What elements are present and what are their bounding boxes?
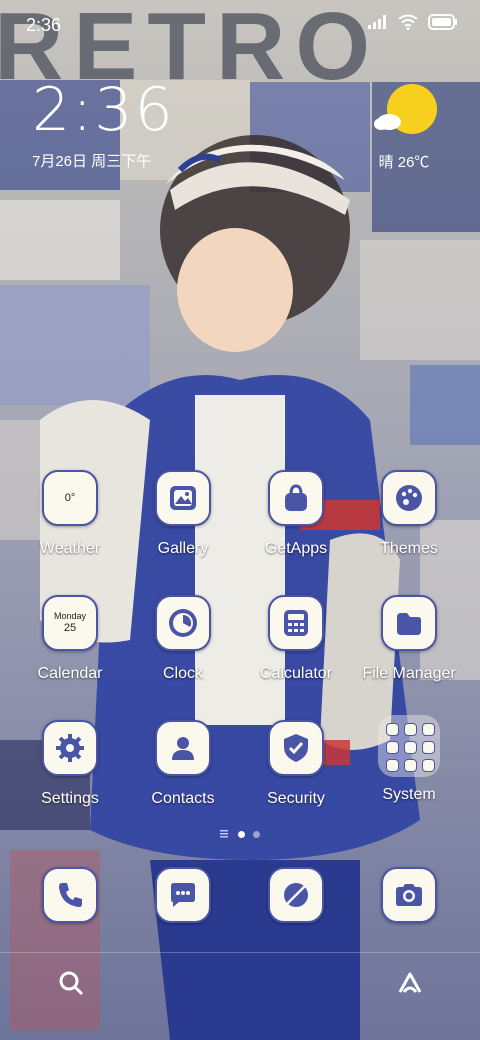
mini-app-icon	[386, 741, 399, 754]
mini-app-icon	[386, 723, 399, 736]
app-settings[interactable]: Settings	[15, 720, 125, 808]
app-vault-button[interactable]	[396, 970, 424, 1001]
mini-app-icon	[422, 741, 435, 754]
mini-app-icon	[422, 759, 435, 772]
app-vault-icon	[398, 972, 422, 993]
app-label: Contacts	[151, 790, 215, 807]
battery-icon	[428, 14, 457, 30]
app-label: Clock	[162, 665, 203, 682]
mini-app-icon	[422, 723, 435, 736]
gallery-icon	[155, 470, 211, 526]
app-calculator[interactable]: Calculator	[241, 595, 351, 683]
folder-icon	[381, 595, 437, 651]
palette-icon	[381, 470, 437, 526]
app-label: Calendar	[37, 665, 103, 682]
dock-messages[interactable]	[128, 867, 238, 923]
weather-widget[interactable]: 晴 26℃	[364, 84, 444, 172]
status-bar: 2:36	[0, 0, 480, 52]
app-label: Calculator	[259, 665, 333, 682]
page-indicator-menu	[220, 830, 228, 838]
phone-icon	[42, 867, 98, 923]
app-label: Themes	[380, 540, 438, 557]
app-label: Settings	[41, 790, 99, 807]
contacts-icon	[155, 720, 211, 776]
app-security[interactable]: Security	[241, 720, 351, 808]
message-icon	[155, 867, 211, 923]
app-clock[interactable]: Clock	[128, 595, 238, 683]
app-weather[interactable]: 0° Weather	[15, 470, 125, 558]
calendar-icon: Monday 25	[42, 595, 98, 651]
dock-phone[interactable]	[15, 867, 125, 923]
dock-camera[interactable]	[354, 867, 464, 923]
dock-divider	[0, 952, 480, 953]
status-time: 2:36	[26, 15, 62, 35]
clock-icon	[155, 595, 211, 651]
signal-icon	[368, 15, 386, 29]
app-label: File Manager	[362, 665, 456, 682]
app-themes[interactable]: Themes	[354, 470, 464, 558]
app-label: Weather	[39, 540, 101, 557]
calendar-icon-day: Monday	[53, 611, 87, 621]
page-dot	[253, 830, 260, 838]
shield-icon	[268, 720, 324, 776]
app-file-manager[interactable]: File Manager	[354, 595, 464, 683]
page-indicator[interactable]	[0, 830, 480, 838]
mini-app-icon	[404, 723, 417, 736]
app-label: GetApps	[264, 540, 328, 557]
mini-app-icon	[386, 759, 399, 772]
weather-icon-temp: 0°	[64, 492, 76, 504]
app-system-folder[interactable]: System	[354, 715, 464, 804]
mini-app-icon	[404, 741, 417, 754]
app-calendar[interactable]: Monday 25 Calendar	[15, 595, 125, 683]
weather-icon: 0°	[42, 470, 98, 526]
app-label: Security	[267, 790, 325, 807]
search-button[interactable]	[58, 970, 84, 1001]
calculator-icon	[268, 595, 324, 651]
gear-icon	[42, 720, 98, 776]
app-getapps[interactable]: GetApps	[241, 470, 351, 558]
clock-widget[interactable]: 2:36 7月26日 周三下午	[32, 78, 175, 171]
clock-widget-date: 7月26日 周三下午	[32, 153, 152, 170]
mini-app-icon	[404, 759, 417, 772]
page-dot-active	[238, 830, 245, 838]
folder-grid-icon	[378, 715, 440, 777]
sun-cloud-icon	[374, 84, 437, 134]
clock-widget-time: 2:36	[32, 75, 175, 145]
camera-icon	[381, 867, 437, 923]
app-label: System	[382, 786, 436, 803]
app-contacts[interactable]: Contacts	[128, 720, 238, 808]
shopping-bag-icon	[268, 470, 324, 526]
app-label: Gallery	[157, 540, 209, 557]
app-gallery[interactable]: Gallery	[128, 470, 238, 558]
dock-browser[interactable]	[241, 867, 351, 923]
wifi-icon	[398, 14, 418, 30]
browser-icon	[268, 867, 324, 923]
search-icon	[59, 971, 84, 996]
calendar-icon-date: 25	[63, 622, 77, 634]
weather-widget-text: 晴 26℃	[378, 154, 430, 171]
